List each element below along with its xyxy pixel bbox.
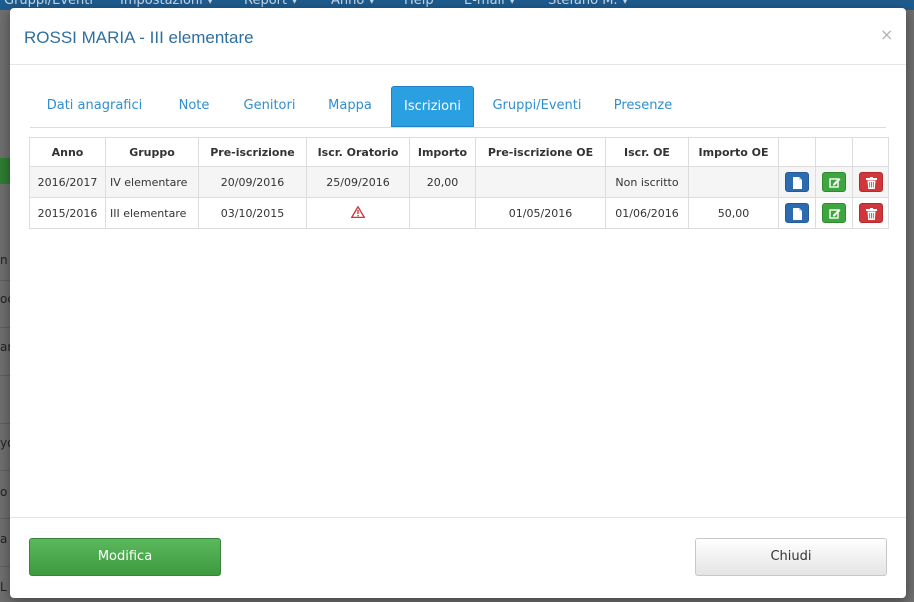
tab-note[interactable]: Note	[162, 86, 226, 126]
edit-icon	[829, 178, 841, 188]
cell-importo-oe	[688, 166, 779, 198]
edit-button[interactable]	[822, 172, 846, 192]
modal-footer-divider	[10, 517, 906, 518]
cell-pre-iscrizione: 03/10/2015	[198, 197, 307, 229]
nav-item-report[interactable]: Report ▾	[244, 0, 298, 8]
column-header-iscr-oratorio: Iscr. Oratorio	[306, 137, 410, 167]
chiudi-button[interactable]: Chiudi	[695, 538, 887, 576]
document-icon	[793, 177, 802, 189]
column-header-action	[778, 137, 816, 167]
cell-importo-oe: 50,00	[688, 197, 779, 229]
background-divider	[0, 280, 10, 281]
close-icon[interactable]: ×	[880, 25, 893, 44]
cell-action	[852, 166, 889, 198]
background-text: L	[0, 580, 7, 594]
tab-bar: Dati anagrafici Note Genitori Mappa Iscr…	[30, 86, 886, 128]
tab-mappa[interactable]: Mappa	[314, 86, 386, 126]
nav-item-help[interactable]: Help	[404, 0, 434, 8]
trash-icon	[865, 208, 877, 220]
delete-button[interactable]	[858, 172, 883, 192]
cell-iscr-oe: 01/06/2016	[605, 197, 689, 229]
table-row: 2016/2017 IV elementare 20/09/2016 25/09…	[29, 166, 889, 198]
cell-anno: 2016/2017	[29, 166, 106, 198]
cell-action	[815, 197, 853, 229]
cell-action	[852, 197, 889, 229]
column-header-pre-iscrizione: Pre-iscrizione	[198, 137, 307, 167]
delete-button[interactable]	[858, 203, 883, 223]
column-header-anno: Anno	[29, 137, 106, 167]
iscrizioni-table: Anno Gruppo Pre-iscrizione Iscr. Oratori…	[29, 137, 889, 229]
background-text: n	[0, 253, 8, 267]
nav-item-email[interactable]: E-mail ▾	[464, 0, 515, 8]
view-document-button[interactable]	[785, 172, 809, 192]
cell-iscr-oratorio	[306, 197, 410, 229]
tab-gruppi-eventi[interactable]: Gruppi/Eventi	[480, 86, 594, 126]
column-header-pre-iscrizione-oe: Pre-iscrizione OE	[475, 137, 606, 167]
tab-presenze[interactable]: Presenze	[601, 86, 685, 126]
tab-iscrizioni[interactable]: Iscrizioni	[391, 86, 474, 127]
cell-gruppo: III elementare	[105, 197, 199, 229]
table-header-row: Anno Gruppo Pre-iscrizione Iscr. Oratori…	[29, 137, 889, 167]
column-header-importo: Importo	[409, 137, 476, 167]
cell-pre-iscrizione: 20/09/2016	[198, 166, 307, 198]
column-header-iscr-oe: Iscr. OE	[605, 137, 689, 167]
cell-iscr-oe: Non iscritto	[605, 166, 689, 198]
tab-genitori[interactable]: Genitori	[228, 86, 311, 126]
cell-action	[815, 166, 853, 198]
background-text: ar	[0, 340, 10, 354]
cell-gruppo: IV elementare	[105, 166, 199, 198]
background-divider	[0, 470, 10, 471]
column-header-action	[815, 137, 853, 167]
document-icon	[793, 208, 802, 220]
modal-header: ROSSI MARIA - III elementare ×	[10, 8, 906, 65]
background-divider	[0, 566, 10, 567]
cell-importo: 20,00	[409, 166, 476, 198]
background-text: a	[0, 532, 8, 546]
edit-button[interactable]	[822, 203, 846, 223]
cell-importo	[409, 197, 476, 229]
cell-action	[778, 197, 816, 229]
background-divider	[0, 423, 10, 424]
column-header-gruppo: Gruppo	[105, 137, 199, 167]
table-row: 2015/2016 III elementare 03/10/2015 01/0…	[29, 197, 889, 229]
student-modal: ROSSI MARIA - III elementare × Dati anag…	[10, 8, 906, 598]
column-header-importo-oe: Importo OE	[688, 137, 779, 167]
modifica-button[interactable]: Modifica	[29, 538, 221, 576]
cell-anno: 2015/2016	[29, 197, 106, 229]
background-text: oc	[0, 292, 10, 306]
column-header-action	[852, 137, 889, 167]
view-document-button[interactable]	[785, 203, 809, 223]
warning-icon	[350, 204, 366, 218]
nav-item-anno[interactable]: Anno ▾	[331, 0, 375, 8]
background-text: yo	[0, 436, 10, 450]
edit-icon	[829, 209, 841, 219]
cell-pre-iscrizione-oe	[475, 166, 606, 198]
nav-item-impostazioni[interactable]: Impostazioni ▾	[120, 0, 213, 8]
background-green-button	[0, 158, 10, 184]
nav-item-user[interactable]: Stefano M. ▾	[548, 0, 628, 8]
nav-item-gruppi-eventi[interactable]: Gruppi/Eventi	[4, 0, 93, 8]
tab-dati-anagrafici[interactable]: Dati anagrafici	[30, 86, 159, 126]
background-divider	[0, 327, 10, 328]
modal-title: ROSSI MARIA - III elementare	[24, 28, 254, 47]
trash-icon	[865, 177, 877, 189]
background-divider	[0, 375, 10, 376]
background-text: o	[0, 485, 8, 499]
background-divider	[0, 518, 10, 519]
cell-action	[778, 166, 816, 198]
cell-pre-iscrizione-oe: 01/05/2016	[475, 197, 606, 229]
cell-iscr-oratorio: 25/09/2016	[306, 166, 410, 198]
